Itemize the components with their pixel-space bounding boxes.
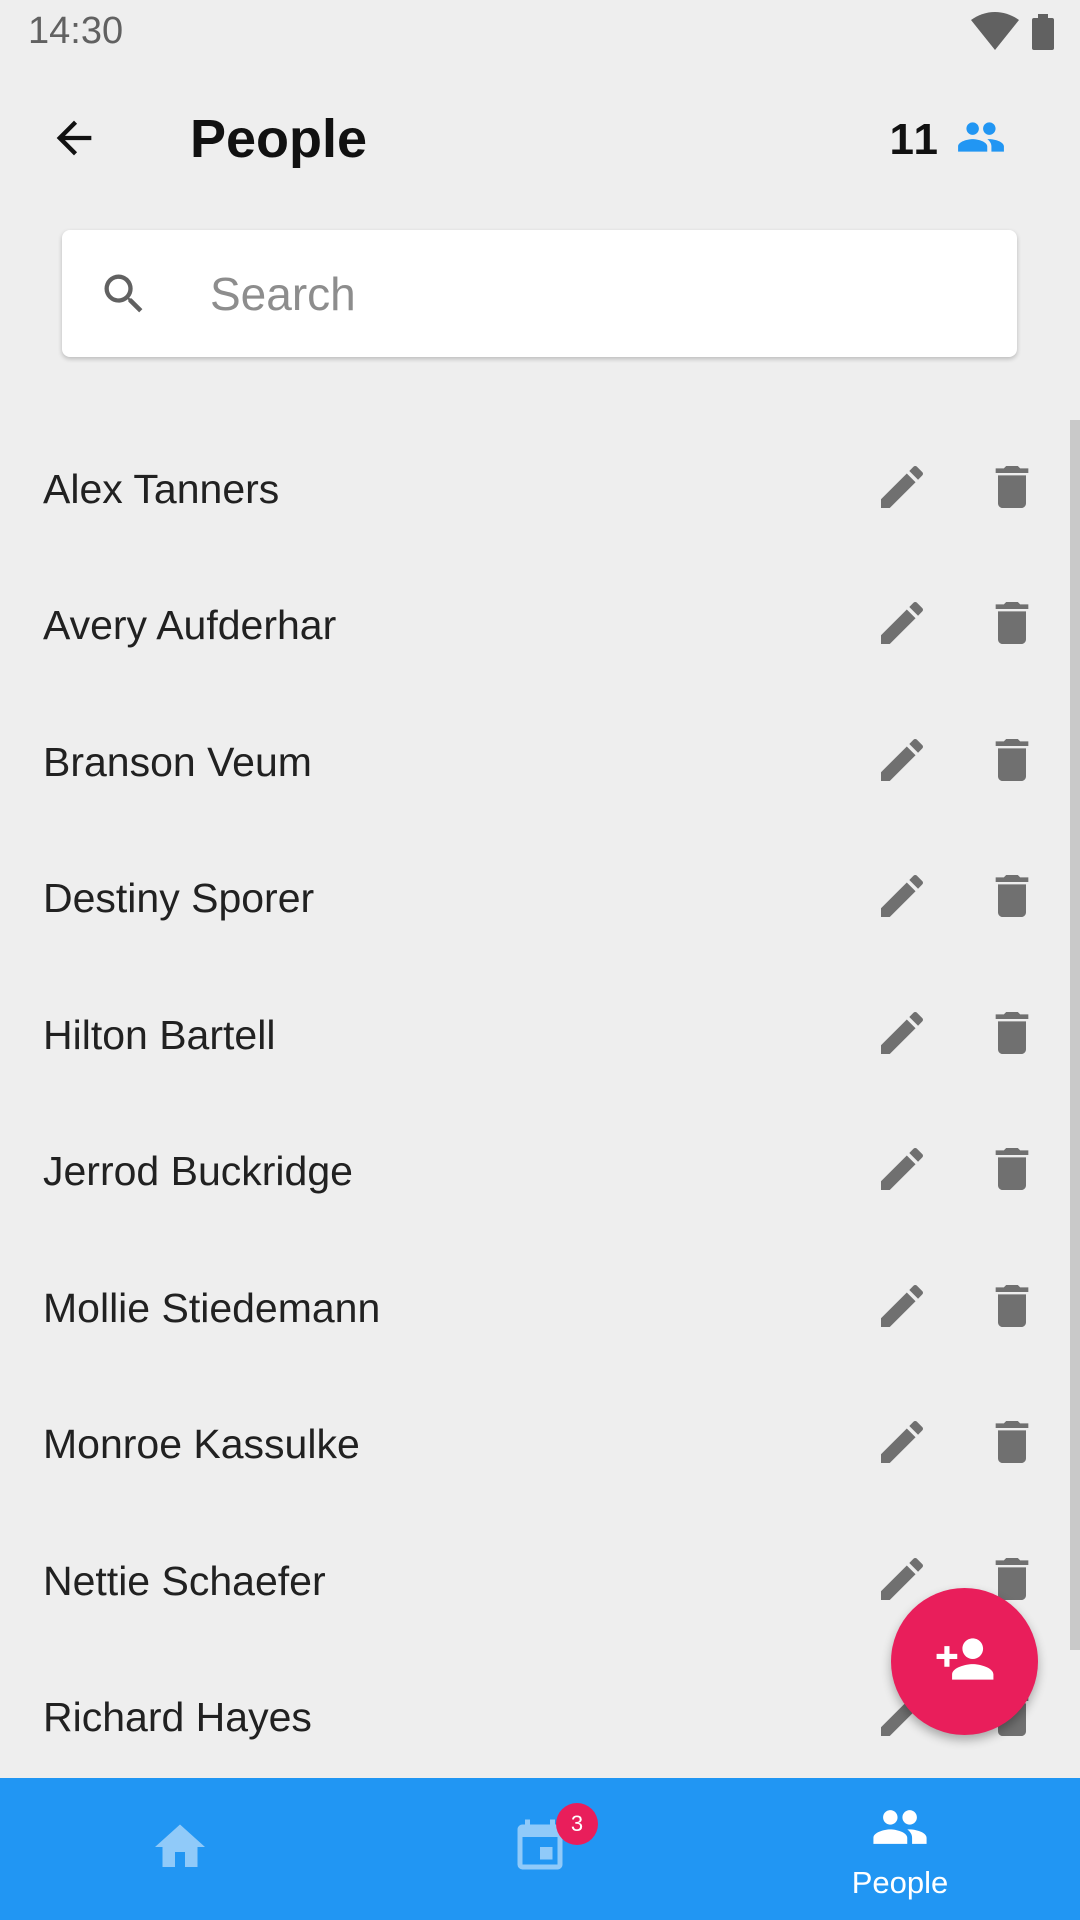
edit-button[interactable] [870,1003,934,1067]
person-name: Jerrod Buckridge [43,1148,353,1195]
trash-icon [984,595,1040,656]
edit-button[interactable] [870,1413,934,1477]
page-title: People [190,109,368,169]
delete-button[interactable] [980,730,1044,794]
list-item[interactable]: Branson Veum [0,694,1070,831]
nav-label-people: People [851,1864,949,1900]
pencil-icon [874,732,930,793]
people-icon [956,112,1006,167]
list-item[interactable]: Alex Tanners [0,421,1070,558]
status-bar: 14:30 [0,0,1080,64]
list-item[interactable]: Hilton Bartell [0,967,1070,1104]
search-icon [98,268,150,320]
calendar-icon-wrap: 3 [510,1802,598,1882]
delete-button[interactable] [980,457,1044,521]
pencil-icon [874,1141,930,1202]
people-list: Alex Tanners Avery Aufderhar Branson Veu… [0,421,1070,1778]
trash-icon [984,732,1040,793]
list-item[interactable]: Jerrod Buckridge [0,1104,1070,1241]
delete-button[interactable] [980,594,1044,658]
trash-icon [984,1141,1040,1202]
pencil-icon [874,1414,930,1475]
people-count-value: 11 [889,114,940,164]
add-person-icon [934,1628,996,1695]
trash-icon [984,1414,1040,1475]
person-name: Monroe Kassulke [43,1421,360,1468]
list-item[interactable]: Avery Aufderhar [0,558,1070,695]
list-item[interactable]: Destiny Sporer [0,831,1070,968]
edit-button[interactable] [870,730,934,794]
pencil-icon [874,459,930,520]
person-name: Mollie Stiedemann [43,1284,381,1331]
back-button[interactable] [40,106,108,174]
nav-item-calendar[interactable]: 3 [360,1778,720,1920]
trash-icon [984,1005,1040,1066]
bottom-navigation: 3 People [0,1778,1080,1920]
battery-icon [1032,14,1054,55]
delete-button[interactable] [980,1276,1044,1340]
list-item[interactable]: Mollie Stiedemann [0,1240,1070,1377]
delete-button[interactable] [980,1140,1044,1204]
arrow-back-icon [48,112,100,169]
delete-button[interactable] [980,1003,1044,1067]
person-name: Branson Veum [43,738,312,785]
person-name: Alex Tanners [43,465,280,512]
status-icons [970,12,1054,57]
pencil-icon [874,595,930,656]
pencil-icon [874,1278,930,1339]
edit-button[interactable] [870,594,934,658]
trash-icon [984,868,1040,929]
person-name: Nettie Schaefer [43,1557,326,1604]
people-count: 11 [889,112,1006,167]
person-name: Destiny Sporer [43,875,315,922]
trash-icon [984,459,1040,520]
pencil-icon [874,1005,930,1066]
nav-item-people[interactable]: People [720,1778,1080,1920]
person-name: Hilton Bartell [43,1011,276,1058]
person-name: Richard Hayes [43,1694,312,1741]
add-person-button[interactable] [891,1588,1038,1735]
wifi-icon [970,12,1020,57]
edit-button[interactable] [870,1140,934,1204]
status-time: 14:30 [28,10,124,52]
home-icon [150,1817,210,1882]
calendar-icon [510,1819,570,1881]
delete-button[interactable] [980,867,1044,931]
search-bar[interactable] [62,230,1017,357]
search-input[interactable] [210,230,990,357]
edit-button[interactable] [870,1276,934,1340]
trash-icon [984,1278,1040,1339]
notification-badge: 3 [556,1802,598,1845]
nav-item-home[interactable] [0,1778,360,1920]
people-icon [871,1798,929,1861]
list-item[interactable]: Monroe Kassulke [0,1377,1070,1514]
pencil-icon [874,868,930,929]
person-name: Avery Aufderhar [43,602,337,649]
edit-button[interactable] [870,867,934,931]
app-bar: People 11 [0,64,1080,214]
scrollbar[interactable] [1070,420,1080,1650]
edit-button[interactable] [870,457,934,521]
delete-button[interactable] [980,1413,1044,1477]
